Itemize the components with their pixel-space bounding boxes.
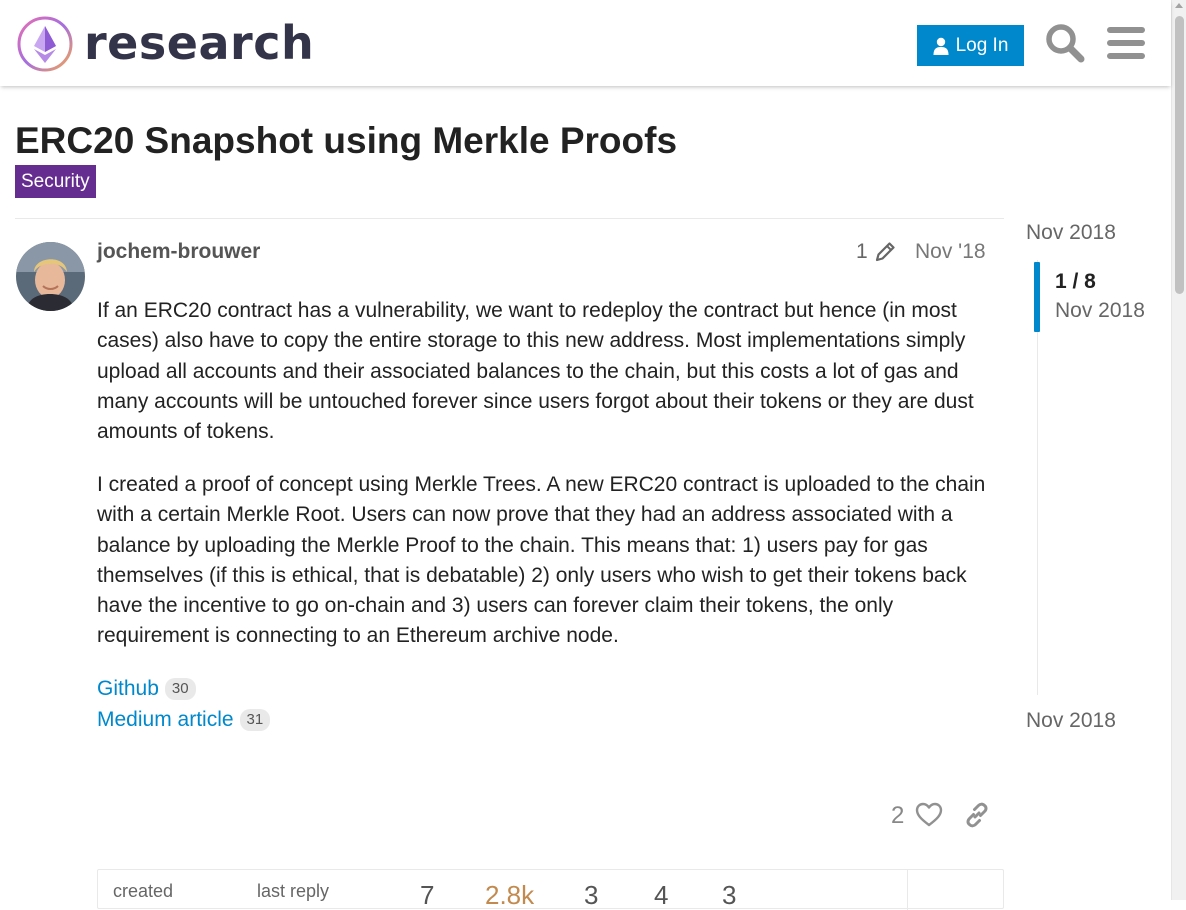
hamburger-menu-icon[interactable] bbox=[1107, 26, 1145, 60]
links-count: 3 bbox=[722, 880, 737, 910]
post-link-medium: Medium article 31 bbox=[97, 705, 271, 735]
post-username[interactable]: jochem-brouwer bbox=[97, 238, 260, 266]
post-body: If an ERC20 contract has a vulnerability… bbox=[97, 296, 992, 674]
scrollbar-thumb[interactable] bbox=[1175, 16, 1184, 294]
created-label: created bbox=[113, 881, 174, 901]
site-logo-icon[interactable] bbox=[16, 15, 74, 73]
like-count[interactable]: 2 bbox=[891, 800, 904, 832]
site-header: research Log In bbox=[0, 0, 1171, 86]
link-click-count: 31 bbox=[239, 709, 271, 731]
timeline-position-date: Nov 2018 bbox=[1055, 299, 1145, 322]
views-count: 2.8k bbox=[485, 880, 535, 910]
scroll-up-arrow-icon[interactable] bbox=[1175, 3, 1183, 8]
avatar[interactable] bbox=[16, 242, 85, 311]
heart-icon[interactable] bbox=[915, 801, 943, 829]
replies-count: 7 bbox=[420, 880, 435, 910]
pencil-icon bbox=[875, 242, 895, 262]
post-date[interactable]: Nov '18 bbox=[915, 238, 986, 266]
timeline-start-date[interactable]: Nov 2018 bbox=[1026, 219, 1116, 247]
login-button-label: Log In bbox=[955, 34, 1009, 56]
login-button[interactable]: Log In bbox=[917, 25, 1024, 66]
post-link-github: Github 30 bbox=[97, 674, 196, 704]
category-badge[interactable]: Security bbox=[15, 165, 96, 198]
post-paragraph: I created a proof of concept using Merkl… bbox=[97, 472, 986, 648]
site-name[interactable]: research bbox=[84, 14, 314, 72]
post-edit-history[interactable]: 1 bbox=[856, 238, 896, 266]
link-click-count: 30 bbox=[164, 678, 196, 700]
medium-article-link[interactable]: Medium article bbox=[97, 705, 234, 735]
edit-count: 1 bbox=[856, 240, 868, 263]
search-icon[interactable] bbox=[1045, 23, 1085, 63]
title-divider bbox=[15, 218, 1004, 219]
users-count: 3 bbox=[584, 880, 599, 910]
user-icon bbox=[933, 37, 949, 55]
likes-count: 4 bbox=[654, 880, 669, 910]
topic-map: created last reply 7 2.8k 3 4 3 bbox=[97, 869, 1004, 910]
topic-map-divider bbox=[907, 870, 908, 910]
github-link[interactable]: Github bbox=[97, 674, 159, 704]
link-icon[interactable] bbox=[963, 801, 991, 829]
topic-title[interactable]: ERC20 Snapshot using Merkle Proofs bbox=[15, 118, 677, 164]
timeline-end-date[interactable]: Nov 2018 bbox=[1026, 707, 1116, 735]
post-paragraph: If an ERC20 contract has a vulnerability… bbox=[97, 299, 974, 444]
page-scrollbar[interactable] bbox=[1171, 0, 1186, 900]
timeline-handle[interactable] bbox=[1034, 262, 1040, 332]
last-reply-label: last reply bbox=[257, 881, 330, 901]
timeline-position: 1 / 8 bbox=[1055, 270, 1096, 293]
